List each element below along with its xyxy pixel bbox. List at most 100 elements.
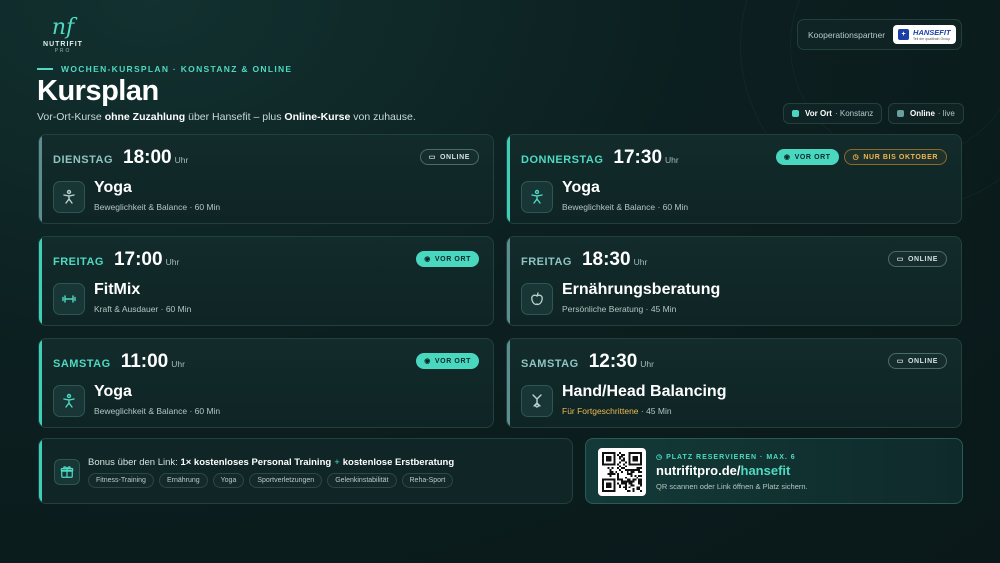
course-badges: ▭ ONLINE [887, 353, 947, 369]
course-day: SAMSTAG [521, 358, 579, 370]
location-pin-icon: ◉ [424, 256, 431, 263]
legend-note: · live [937, 109, 955, 118]
monitor-icon: ▭ [428, 154, 436, 161]
course-desc: Persönliche Beratung · 45 Min [562, 304, 677, 314]
course-day: FREITAG [521, 256, 572, 268]
hansefit-name: HANSEFIT [913, 27, 951, 37]
page-subtitle: Vor-Ort-Kurse ohne Zuzahlung über Hansef… [37, 111, 416, 123]
reserve-panel[interactable]: ◷ PLATZ RESERVIEREN · MAX. 6 nutrifitpro… [585, 438, 963, 504]
clock-icon: ◷ [852, 154, 860, 161]
hansefit-logo: + HANSEFIT Teil der qualitrain Group [893, 25, 957, 44]
legend-note: · Konstanz [834, 109, 874, 118]
reserve-hint: QR scannen oder Link öffnen & Platz sich… [656, 482, 808, 491]
bonus-tag: Gelenkinstabilität [327, 473, 397, 488]
course-name: FitMix [94, 281, 141, 298]
badge-vorort: ◉ VOR ORT [416, 251, 479, 267]
course-time: 18:30 [581, 249, 631, 270]
course-card[interactable]: FREITAG 18:30 Uhr ▭ ONLINE Ernährungsbera… [506, 236, 962, 326]
brand-sub: PRO [54, 48, 72, 54]
yoga-figure-icon [53, 385, 85, 417]
legend-swatch-online [897, 110, 904, 117]
kicker-text: WOCHEN-KURSPLAN · KONSTANZ & ONLINE [61, 64, 293, 74]
course-name: Hand/Head Balancing [562, 383, 727, 400]
course-badges: ▭ ONLINE [887, 251, 947, 267]
yoga-figure-icon [53, 181, 85, 213]
course-badges: ◉ VOR ORT [416, 251, 479, 267]
course-name: Ernährungsberatung [562, 281, 721, 298]
bonus-tag: Reha-Sport [401, 473, 454, 488]
badge-warn: ◷ NUR BIS OKTOBER [843, 149, 947, 165]
apple-icon [521, 283, 553, 315]
course-day: SAMSTAG [53, 358, 111, 370]
bonus-tag: Fitness-Training [88, 473, 154, 488]
legend-vor-ort: Vor Ort · Konstanz [783, 103, 883, 124]
bonus-tag: Ernährung [158, 473, 208, 488]
bonus-tag: Yoga [212, 473, 245, 488]
qr-code[interactable] [598, 448, 646, 496]
course-day: DONNERSTAG [521, 154, 604, 166]
course-time: 17:30 [613, 147, 663, 168]
legend-label: Vor Ort [805, 109, 832, 118]
time-unit: Uhr [165, 257, 180, 267]
course-desc: Beweglichkeit & Balance · 60 Min [94, 202, 221, 212]
course-name: Yoga [94, 383, 132, 400]
course-card[interactable]: SAMSTAG 11:00 Uhr ◉ VOR ORT Yoga Beweglic… [38, 338, 494, 428]
handstand-icon [521, 385, 553, 417]
course-card[interactable]: DONNERSTAG 17:30 Uhr ◉ VOR ORT ◷ NUR BIS OK… [506, 134, 962, 224]
yoga-figure-icon [521, 181, 553, 213]
dumbbell-icon [53, 283, 85, 315]
legend-swatch-vor-ort [792, 110, 799, 117]
course-badges: ▭ ONLINE [419, 149, 479, 165]
course-card[interactable]: DIENSTAG 18:00 Uhr ▭ ONLINE Yoga Beweglic… [38, 134, 494, 224]
course-badges: ◉ VOR ORT ◷ NUR BIS OKTOBER [775, 149, 947, 165]
location-pin-icon: ◉ [783, 154, 791, 161]
reserve-link[interactable]: nutrifitpro.de/hansefit [656, 463, 790, 478]
course-card[interactable]: FREITAG 17:00 Uhr ◉ VOR ORT FitMix Kraft … [38, 236, 494, 326]
header-kicker: WOCHEN-KURSPLAN · KONSTANZ & ONLINE [37, 64, 292, 74]
badge-online: ▭ ONLINE [887, 353, 947, 369]
course-desc: Beweglichkeit & Balance · 60 Min [562, 202, 689, 212]
badge-online: ▭ ONLINE [887, 251, 947, 267]
page-title: Kursplan [37, 75, 159, 107]
course-day: DIENSTAG [53, 154, 114, 166]
course-time: 18:00 [123, 147, 172, 168]
partner-box: Kooperationspartner + HANSEFIT Teil der … [797, 19, 962, 50]
bonus-text: Bonus über den Link: 1× kostenloses Pers… [88, 457, 455, 468]
bonus-panel: Bonus über den Link: 1× kostenloses Pers… [38, 438, 573, 504]
legend-label: Online [910, 109, 935, 118]
time-unit: Uhr [665, 155, 679, 165]
time-unit: Uhr [171, 359, 185, 369]
course-time: 12:30 [588, 351, 638, 372]
course-day: FREITAG [53, 256, 104, 268]
course-time: 17:00 [113, 249, 163, 270]
hansefit-mark-icon: + [898, 29, 910, 40]
course-time: 11:00 [120, 351, 169, 372]
time-unit: Uhr [640, 359, 654, 369]
brand-mark: nf [51, 15, 75, 40]
monitor-icon: ▭ [896, 256, 904, 263]
course-badges: ◉ VOR ORT [416, 353, 479, 369]
partner-label: Kooperationspartner [808, 29, 886, 40]
course-desc: Kraft & Ausdauer · 60 Min [94, 304, 192, 314]
time-unit: Uhr [633, 257, 648, 267]
course-card[interactable]: SAMSTAG 12:30 Uhr ▭ ONLINE Hand/Head Bala… [506, 338, 962, 428]
brand-logo: nf NUTRIFIT PRO [37, 15, 89, 55]
bonus-tag: Sportverletzungen [249, 473, 323, 488]
badge-online: ▭ ONLINE [419, 149, 479, 165]
kicker-line [37, 68, 53, 70]
brand-name: NUTRIFIT [43, 41, 83, 48]
time-unit: Uhr [174, 155, 189, 165]
monitor-icon: ▭ [896, 358, 904, 365]
badge-vorort: ◉ VOR ORT [416, 353, 479, 369]
gift-icon [54, 459, 80, 485]
location-pin-icon: ◉ [424, 358, 431, 365]
course-desc: Für Fortgeschrittene · 45 Min [562, 406, 672, 416]
bonus-tags: Fitness-Training Ernährung Yoga Sportverlet… [88, 473, 454, 488]
course-desc: Beweglichkeit & Balance · 60 Min [94, 406, 221, 416]
course-name: Yoga [94, 179, 132, 196]
course-name: Yoga [562, 179, 600, 196]
reserve-kicker: ◷ PLATZ RESERVIEREN · MAX. 6 [656, 454, 796, 461]
hansefit-tagline: Teil der qualitrain Group [913, 36, 951, 41]
badge-vorort: ◉ VOR ORT [775, 149, 839, 165]
legend-online: Online · live [888, 103, 964, 124]
